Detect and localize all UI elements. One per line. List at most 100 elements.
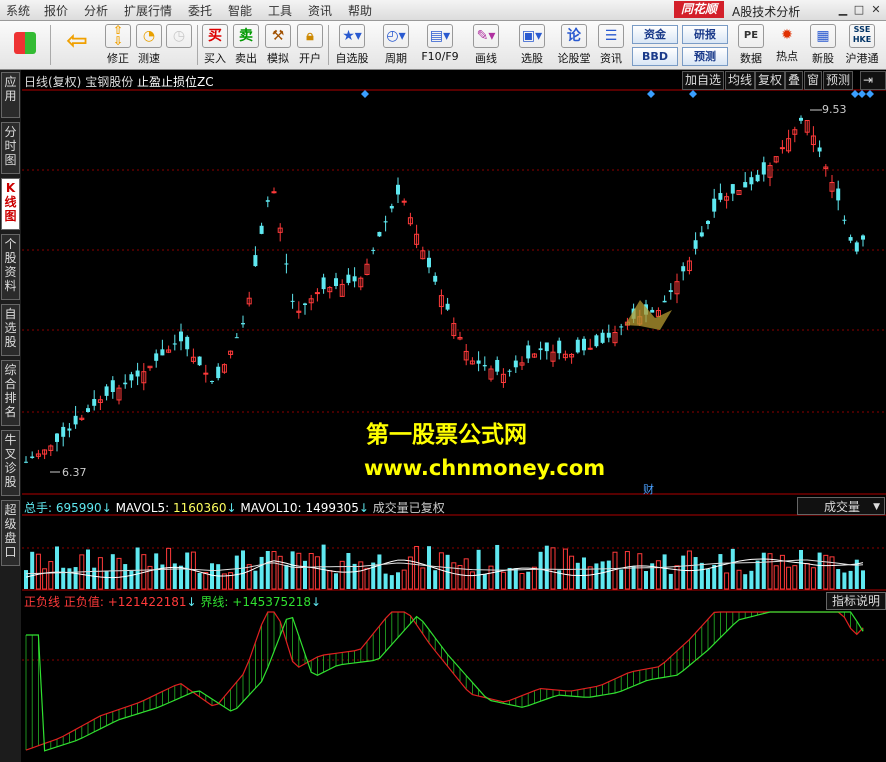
- forecast-button[interactable]: 预测: [682, 47, 728, 66]
- document-icon: ▤▾: [427, 24, 453, 48]
- tab-watchlist[interactable]: 自选股: [1, 304, 20, 356]
- grid-button[interactable]: [8, 24, 42, 68]
- candle-body: [179, 331, 183, 342]
- speed-test-button[interactable]: ◔ 测速: [132, 24, 166, 68]
- candle-body: [401, 200, 407, 203]
- watermark-title: 第一股票公式网: [366, 422, 527, 448]
- new-stock-button[interactable]: ▦ 新股: [806, 24, 840, 68]
- simulate-button[interactable]: ⚒ 模拟: [263, 24, 293, 68]
- candle-body: [513, 360, 518, 368]
- tab-stock-profile-label: 个股资料: [4, 237, 17, 293]
- adjust-button[interactable]: 复权: [755, 71, 786, 90]
- tab-apps-label: 应用: [4, 75, 17, 103]
- diamond-marker: [866, 90, 874, 98]
- tab-apps[interactable]: 应用: [1, 72, 20, 118]
- finance-marker[interactable]: 财: [643, 481, 654, 497]
- scroll-right-icon[interactable]: ⇥: [860, 71, 886, 90]
- window-button[interactable]: 窗: [804, 71, 823, 90]
- candle-body: [160, 349, 165, 356]
- candle-body: [743, 182, 748, 188]
- volume-bar: [848, 570, 853, 589]
- tab-diagnosis-label: 牛叉诊股: [4, 433, 17, 489]
- menu-quote[interactable]: 报价: [44, 2, 68, 19]
- volume-bar: [836, 569, 841, 589]
- minimize-icon[interactable]: ▁: [836, 3, 850, 16]
- tab-stock-profile[interactable]: 个股资料: [1, 234, 20, 300]
- sell-button[interactable]: 卖 卖出: [231, 24, 261, 68]
- volume-header: 总手: 695990↓ MAVOL5: 1160360↓ MAVOL10: 14…: [24, 499, 445, 516]
- tab-ranking[interactable]: 综合排名: [1, 360, 20, 426]
- volume-bar: [668, 573, 673, 589]
- menu-tools[interactable]: 工具: [268, 2, 292, 19]
- research-button[interactable]: 研报: [682, 25, 728, 44]
- period-button[interactable]: ◴▾ 周期: [376, 24, 416, 68]
- volume-bar: [327, 570, 333, 590]
- pos-neg-label: 正负值:: [63, 595, 104, 609]
- tab-watchlist-label: 自选股: [4, 307, 17, 349]
- diamond-marker: [361, 90, 369, 98]
- close-icon[interactable]: ✕: [869, 3, 883, 16]
- menu-extended[interactable]: 扩展行情: [124, 2, 172, 19]
- data-button[interactable]: PE 数据: [734, 24, 768, 68]
- draw-line-button[interactable]: ✎▾ 画线: [466, 24, 506, 68]
- app-logo: 同花顺: [674, 1, 724, 18]
- overlay-button[interactable]: 叠: [785, 71, 804, 90]
- hot-button[interactable]: ✹ 热点: [770, 24, 804, 68]
- news-label: 资讯: [600, 52, 622, 65]
- volume-bar: [86, 549, 90, 589]
- buy-button[interactable]: 买 买入: [200, 24, 230, 68]
- menu-news[interactable]: 资讯: [308, 2, 332, 19]
- volume-note: 成交量已复权: [372, 501, 445, 515]
- bbd-button[interactable]: BBD: [632, 47, 678, 66]
- add-watchlist-button[interactable]: 加自选: [682, 71, 725, 90]
- simulate-label: 模拟: [267, 52, 289, 65]
- volume-bar: [185, 552, 190, 589]
- tab-timeshare[interactable]: 分时图: [1, 122, 20, 174]
- ma-button[interactable]: 均线: [725, 71, 756, 90]
- f10-label: F10/F9: [421, 50, 459, 63]
- volume-bar: [396, 572, 400, 589]
- menu-system[interactable]: 系统: [6, 2, 30, 19]
- volume-bar: [544, 545, 549, 589]
- candle-body: [172, 343, 177, 345]
- candle-body: [538, 348, 543, 351]
- indicator-hatch: [25, 612, 864, 751]
- high-price-label: 9.53: [822, 103, 847, 116]
- volume-bar: [606, 560, 611, 589]
- timer-button[interactable]: ◷: [162, 24, 196, 68]
- mavol5-value: 1160360: [173, 501, 227, 515]
- menu-analysis[interactable]: 分析: [84, 2, 108, 19]
- candle-body: [779, 147, 785, 150]
- volume-bar: [377, 554, 382, 589]
- volume-bar: [24, 570, 28, 589]
- discuss-icon: 论: [561, 24, 587, 48]
- capital-button[interactable]: 资金: [632, 25, 678, 44]
- sh-hk-connect-button[interactable]: SSE HKE 沪港通: [842, 24, 882, 68]
- forecast-tab-button[interactable]: 预测: [823, 71, 854, 90]
- toolbar: ⇦ ⇧ ⇩ 修正 ◔ 测速 ◷ 买 买入 卖 卖出 ⚒ 模拟 🔒︎ 开户 ★▾ 自…: [0, 21, 886, 70]
- volume-bar: [686, 550, 692, 590]
- correct-button[interactable]: ⇧ ⇩ 修正: [101, 24, 135, 68]
- back-button[interactable]: ⇦: [60, 24, 94, 68]
- menu-help[interactable]: 帮助: [348, 2, 372, 19]
- indicator-explain-button[interactable]: 指标说明: [826, 592, 886, 610]
- tab-kline[interactable]: K线图: [1, 178, 20, 230]
- volume-bar: [531, 566, 537, 590]
- tab-diagnosis[interactable]: 牛叉诊股: [1, 430, 20, 496]
- open-account-button[interactable]: 🔒︎ 开户: [295, 24, 325, 68]
- forum-button[interactable]: 论 论股堂: [556, 24, 592, 68]
- candle-body: [383, 221, 388, 223]
- tab-super-panel[interactable]: 超级盘口: [1, 500, 20, 566]
- volume-dropdown[interactable]: 成交量 ▼: [797, 497, 885, 515]
- menu-smart[interactable]: 智能: [228, 2, 252, 19]
- maximize-icon[interactable]: □: [852, 3, 866, 16]
- news-button[interactable]: ☰ 资讯: [596, 24, 626, 68]
- watchlist-button[interactable]: ★▾ 自选股: [332, 24, 372, 68]
- pos-neg-value: +121422181: [107, 595, 187, 609]
- new-stock-label: 新股: [812, 52, 834, 65]
- stock-picker-button[interactable]: ▣▾ 选股: [512, 24, 552, 68]
- volume-bar: [61, 567, 66, 589]
- volume-bar: [495, 544, 500, 589]
- f10-button[interactable]: ▤▾ F10/F9: [418, 24, 462, 68]
- menu-order[interactable]: 委托: [188, 2, 212, 19]
